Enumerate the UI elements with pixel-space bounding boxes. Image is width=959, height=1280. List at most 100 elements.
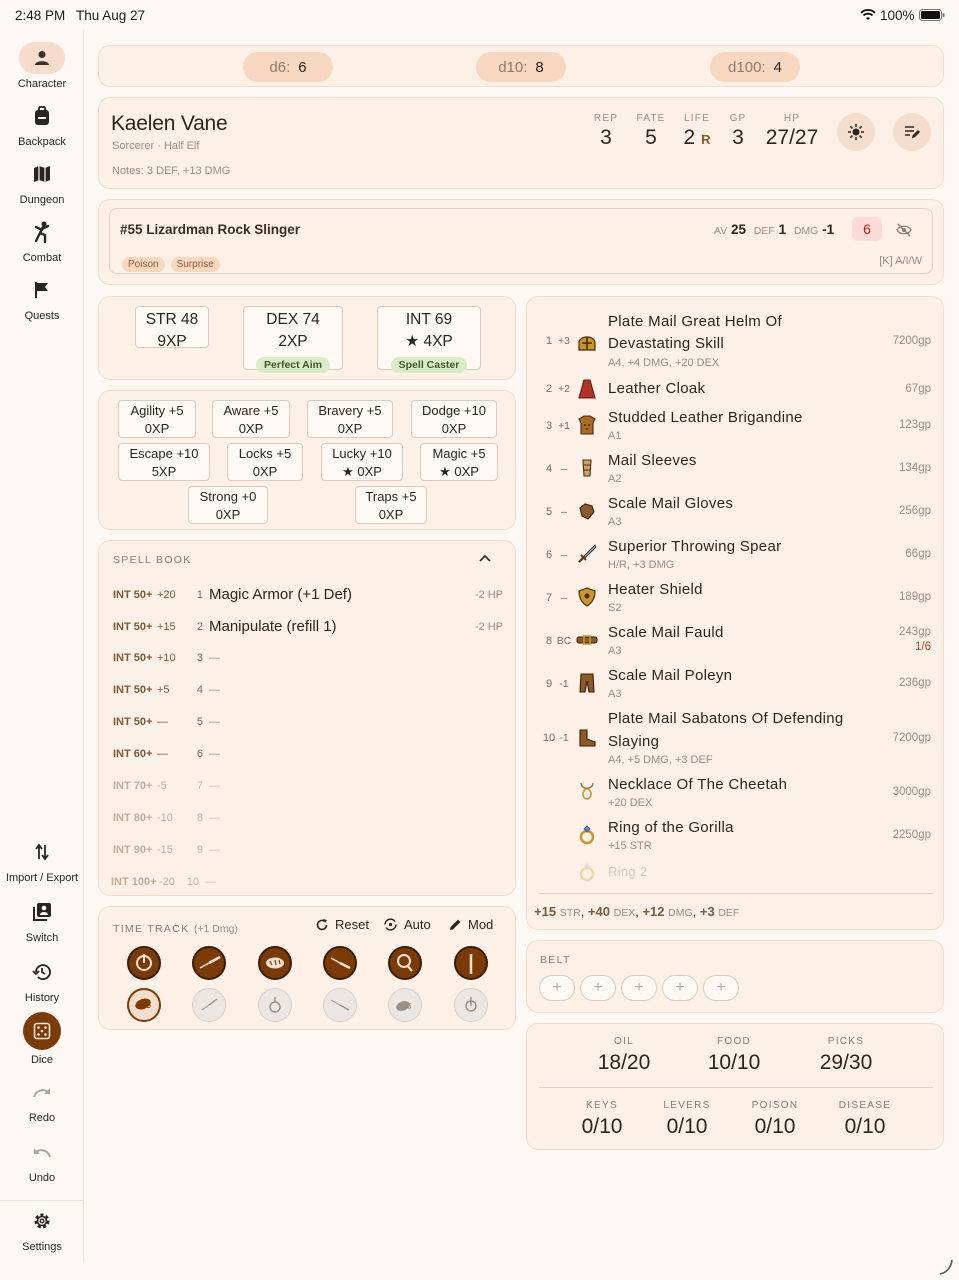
nav-label: Dice <box>30 1054 53 1066</box>
resource-food[interactable]: FOOD 10/10 <box>699 1036 769 1075</box>
monster-keys: [K] A/I/W <box>879 255 922 267</box>
belt-slot-add[interactable]: + <box>662 975 698 1001</box>
nav-undo[interactable]: Undo <box>0 1136 84 1184</box>
resize-handle-icon[interactable] <box>938 1258 954 1276</box>
monster-hp[interactable]: 6 <box>852 217 882 241</box>
theme-toggle-button[interactable] <box>837 113 875 151</box>
nav-redo[interactable]: Redo <box>0 1076 84 1124</box>
nav-label: Backpack <box>18 136 66 148</box>
attribute-int[interactable]: INT 69 ★ 4XP Spell Caster <box>377 306 481 373</box>
nav-quests[interactable]: Quests <box>0 274 84 322</box>
spell-row[interactable]: INT 80+ -10 8— <box>113 812 503 824</box>
spell-row[interactable]: INT 50+ +20 1 Magic Armor (+1 Def) -2 HP <box>113 586 503 603</box>
spell-row[interactable]: INT 60+ —6— <box>113 748 503 760</box>
dice-d6[interactable]: d6: 6 <box>243 52 333 82</box>
skill-magic[interactable]: Magic +5 ★ 0XP <box>420 443 498 481</box>
nav-label: Character <box>17 78 67 90</box>
switch-account-icon <box>19 896 65 928</box>
chevron-up-icon[interactable] <box>478 553 492 563</box>
stat-rep[interactable]: REP 3 <box>591 113 621 150</box>
spell-row[interactable]: INT 70+ -5 7— <box>113 780 503 792</box>
stat-hp[interactable]: HP 27/27 <box>761 113 823 150</box>
resource-disease[interactable]: DISEASE 0/10 <box>833 1100 897 1139</box>
nav-history[interactable]: History <box>0 956 84 1004</box>
time-slot[interactable] <box>192 988 226 1022</box>
nav-character[interactable]: Character <box>0 42 84 90</box>
nav-dice[interactable]: Dice <box>0 1012 84 1066</box>
redo-icon <box>19 1076 65 1108</box>
skill-escape[interactable]: Escape +10 5XP <box>118 443 210 481</box>
monster-title: #55 Lizardman Rock Slinger <box>120 222 301 237</box>
time-slot[interactable] <box>388 946 422 980</box>
skill-dodge[interactable]: Dodge +10 0XP <box>411 400 497 438</box>
equipment-card: 1 +3 Plate Mail Great Helm Of Devastating… <box>526 296 944 930</box>
time-slot[interactable] <box>258 988 292 1022</box>
belt-slot-add[interactable]: + <box>539 975 575 1001</box>
stat-fate[interactable]: FATE 5 <box>633 113 669 150</box>
spell-row[interactable]: INT 100+ -20 10— <box>111 876 501 888</box>
clock-hand-icon <box>201 998 218 1011</box>
time-slot[interactable]: 6 <box>388 988 422 1022</box>
nav-combat[interactable]: Combat <box>0 216 84 264</box>
spellbook-title: SPELL BOOK <box>113 554 192 566</box>
time-slot[interactable] <box>258 946 292 980</box>
divider <box>539 1087 933 1088</box>
time-slot[interactable] <box>127 946 161 980</box>
time-slot[interactable] <box>454 988 488 1022</box>
ring-empty-icon <box>579 863 595 882</box>
nav-label: Dungeon <box>19 194 65 206</box>
skill-lucky[interactable]: Lucky +10 ★ 0XP <box>321 443 403 481</box>
time-slot[interactable] <box>323 988 357 1022</box>
time-slot[interactable] <box>454 946 488 980</box>
resource-poison[interactable]: POISON 0/10 <box>745 1100 805 1139</box>
monster-inner[interactable]: #55 Lizardman Rock Slinger AV 25 DEF 1 D… <box>109 208 933 274</box>
timer-icon <box>465 997 477 1012</box>
nav-label: Redo <box>28 1112 56 1124</box>
auto-cycle-icon <box>384 918 397 931</box>
reset-button[interactable]: Reset <box>315 917 369 932</box>
hide-icon[interactable] <box>896 223 912 237</box>
dice-d100[interactable]: d100: 4 <box>710 52 800 82</box>
spell-row[interactable]: INT 90+ -15 9— <box>113 844 503 856</box>
resource-picks[interactable]: PICKS 29/30 <box>811 1036 881 1075</box>
skill-strong[interactable]: Strong +0 0XP <box>188 486 268 524</box>
nav-backpack[interactable]: Backpack <box>0 100 84 148</box>
spell-row[interactable]: INT 50+ +10 3— <box>113 652 503 664</box>
resource-levers[interactable]: LEVERS 0/10 <box>657 1100 717 1139</box>
attribute-dex[interactable]: DEX 74 2XP Perfect Aim <box>243 306 343 373</box>
resource-keys[interactable]: KEYS 0/10 <box>572 1100 632 1139</box>
time-slot[interactable] <box>323 946 357 980</box>
status-time: 2:48 PM <box>15 8 66 23</box>
history-icon <box>19 956 65 988</box>
edit-notes-button[interactable] <box>893 113 931 151</box>
mod-button[interactable]: Mod <box>448 917 493 932</box>
flame-icon <box>136 954 152 971</box>
belt-slot-add[interactable]: + <box>621 975 657 1001</box>
spell-row[interactable]: INT 50+ +5 4— <box>113 684 503 696</box>
belt-slot-add[interactable]: + <box>703 975 739 1001</box>
spell-row[interactable]: INT 50+ +15 2 Manipulate (refill 1) -2 HP <box>113 618 503 635</box>
time-slot-current[interactable]: 5 <box>127 988 161 1022</box>
skill-aware[interactable]: Aware +5 0XP <box>212 400 290 438</box>
nav-settings[interactable]: Settings <box>0 1200 84 1253</box>
skill-locks[interactable]: Locks +5 0XP <box>227 443 303 481</box>
skills-card: Agility +5 0XP Aware +5 0XP Bravery +5 0XP … <box>98 390 516 530</box>
belt-slot-add[interactable]: + <box>580 975 616 1001</box>
skill-agility[interactable]: Agility +5 0XP <box>118 400 196 438</box>
badge-spell-caster: Spell Caster <box>390 357 468 373</box>
time-slot[interactable] <box>192 946 226 980</box>
wifi-icon <box>860 9 876 20</box>
clock-hand-icon <box>469 954 473 974</box>
auto-button[interactable]: Auto <box>383 917 431 932</box>
resource-oil[interactable]: OIL 18/20 <box>589 1036 659 1075</box>
attribute-str[interactable]: STR 48 9XP <box>135 306 209 350</box>
nav-switch[interactable]: Switch <box>0 896 84 944</box>
stat-gp[interactable]: GP 3 <box>725 113 751 150</box>
nav-dungeon[interactable]: Dungeon <box>0 158 84 206</box>
stat-life[interactable]: LIFE 2 R <box>679 113 715 150</box>
skill-traps[interactable]: Traps +5 0XP <box>355 486 427 524</box>
spell-row[interactable]: INT 50+ —5— <box>113 716 503 728</box>
nav-import-export[interactable]: Import / Export <box>0 836 84 884</box>
skill-bravery[interactable]: Bravery +5 0XP <box>307 400 393 438</box>
dice-d10[interactable]: d10: 8 <box>476 52 566 82</box>
